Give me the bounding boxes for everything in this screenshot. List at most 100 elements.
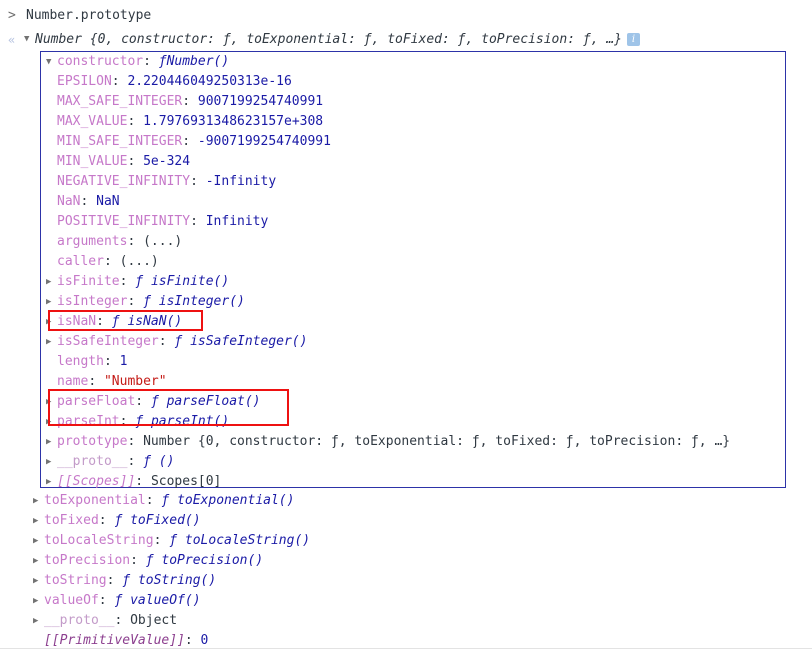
- property-value: isInteger(): [158, 294, 245, 309]
- disclosure-spacer: ▶: [46, 212, 57, 232]
- property-colon: :: [127, 454, 144, 469]
- function-glyph-icon: ƒ: [135, 414, 151, 429]
- property-row[interactable]: ▶MIN_VALUE: 5e-324: [41, 152, 785, 172]
- property-value: NaN: [96, 194, 120, 209]
- property-row[interactable]: ▶ toExponential: ƒ toExponential(): [28, 491, 808, 511]
- function-glyph-icon: ƒ: [145, 553, 162, 568]
- property-row[interactable]: ▶POSITIVE_INFINITY: Infinity: [41, 212, 785, 232]
- disclosure-triangle-closed-icon[interactable]: ▶: [46, 312, 57, 332]
- disclosure-triangle-closed-icon[interactable]: ▶: [46, 292, 57, 312]
- property-key: EPSILON: [57, 74, 112, 89]
- disclosure-spacer: ▶: [46, 172, 57, 192]
- property-row[interactable]: ▶ toFixed: ƒ toFixed(): [28, 511, 808, 531]
- property-row[interactable]: ▶NaN: NaN: [41, 192, 785, 212]
- disclosure-spacer: ▶: [46, 92, 57, 112]
- property-value: isFinite(): [150, 274, 230, 289]
- property-row[interactable]: ▶name: "Number": [41, 372, 785, 392]
- disclosure-spacer: ▶: [46, 232, 57, 252]
- property-row[interactable]: ▶ parseInt: ƒ parseInt(): [41, 412, 785, 432]
- property-row[interactable]: ▶ isInteger: ƒ isInteger(): [41, 292, 785, 312]
- property-key: caller: [57, 254, 104, 269]
- property-value: valueOf(): [130, 593, 201, 608]
- function-glyph-icon: ƒ: [114, 593, 131, 608]
- disclosure-triangle-closed-icon[interactable]: ▶: [46, 392, 57, 412]
- constructor-row[interactable]: ▼ constructor: ƒNumber(): [41, 52, 785, 72]
- property-value: toPrecision(): [161, 553, 264, 568]
- property-row[interactable]: ▶ toPrecision: ƒ toPrecision(): [28, 551, 808, 571]
- disclosure-triangle-closed-icon[interactable]: ▶: [33, 531, 44, 551]
- property-value: toFixed(): [130, 513, 201, 528]
- property-row[interactable]: ▶NEGATIVE_INFINITY: -Infinity: [41, 172, 785, 192]
- property-row[interactable]: ▶ __proto__: ƒ (): [41, 452, 785, 472]
- property-colon: :: [190, 214, 206, 229]
- property-value: (...): [119, 254, 159, 269]
- function-glyph-icon: ƒ: [114, 513, 131, 528]
- property-colon: :: [127, 434, 144, 449]
- property-row[interactable]: ▶ isNaN: ƒ isNaN(): [41, 312, 785, 332]
- property-value: Number {0, constructor: ƒ, toExponential…: [143, 434, 731, 449]
- property-row[interactable]: ▶ toString: ƒ toString(): [28, 571, 808, 591]
- disclosure-triangle-closed-icon[interactable]: ▶: [46, 332, 57, 352]
- property-colon: :: [184, 633, 201, 648]
- disclosure-triangle-closed-icon[interactable]: ▶: [46, 272, 57, 292]
- property-key: isSafeInteger: [57, 334, 159, 349]
- property-colon: :: [80, 194, 97, 209]
- property-row[interactable]: ▶MAX_VALUE: 1.7976931348623157e+308: [41, 112, 785, 132]
- property-key: [[PrimitiveValue]]: [44, 633, 185, 648]
- property-row[interactable]: ▶ isSafeInteger: ƒ isSafeInteger(): [41, 332, 785, 352]
- disclosure-triangle-closed-icon[interactable]: ▶: [46, 452, 57, 472]
- disclosure-triangle-closed-icon[interactable]: ▶: [33, 491, 44, 511]
- property-row[interactable]: ▶EPSILON: 2.220446049250313e-16: [41, 72, 785, 92]
- property-colon: :: [190, 174, 206, 189]
- property-row[interactable]: ▶caller: (...): [41, 252, 785, 272]
- property-value: isSafeInteger(): [190, 334, 308, 349]
- property-value: -9007199254740991: [197, 134, 331, 149]
- property-row[interactable]: ▶ __proto__: Object: [28, 611, 808, 631]
- property-value: 1.7976931348623157e+308: [143, 114, 324, 129]
- disclosure-triangle-open-icon[interactable]: ▼: [24, 29, 35, 49]
- property-key: toExponential: [44, 493, 146, 508]
- disclosure-triangle-open-icon[interactable]: ▼: [46, 52, 57, 72]
- disclosure-triangle-closed-icon[interactable]: ▶: [46, 472, 57, 492]
- disclosure-triangle-closed-icon[interactable]: ▶: [33, 571, 44, 591]
- property-key: MIN_SAFE_INTEGER: [57, 134, 183, 149]
- function-glyph-icon: ƒ: [143, 454, 159, 469]
- disclosure-triangle-closed-icon[interactable]: ▶: [33, 511, 44, 531]
- property-key: isInteger: [57, 294, 128, 309]
- property-value: "Number": [103, 374, 167, 389]
- property-colon: :: [135, 394, 151, 409]
- property-row[interactable]: ▶MIN_SAFE_INTEGER: -9007199254740991: [41, 132, 785, 152]
- property-value: 2.220446049250313e-16: [127, 74, 292, 89]
- property-row[interactable]: ▶ toLocaleString: ƒ toLocaleString(): [28, 531, 808, 551]
- property-key: isNaN: [57, 314, 97, 329]
- disclosure-triangle-closed-icon[interactable]: ▶: [46, 432, 57, 452]
- disclosure-spacer: ▶: [46, 152, 57, 172]
- result-object-header[interactable]: ▼ Number {0, constructor: ƒ, toExponentia…: [24, 29, 640, 51]
- property-row[interactable]: ▶ parseFloat: ƒ parseFloat(): [41, 392, 785, 412]
- property-colon: :: [98, 513, 115, 528]
- property-colon: :: [114, 613, 131, 628]
- info-icon[interactable]: i: [627, 33, 640, 46]
- property-colon: :: [143, 54, 159, 69]
- property-value: -Infinity: [205, 174, 277, 189]
- disclosure-triangle-closed-icon[interactable]: ▶: [33, 611, 44, 631]
- disclosure-triangle-closed-icon[interactable]: ▶: [33, 551, 44, 571]
- property-row[interactable]: ▶MAX_SAFE_INTEGER: 9007199254740991: [41, 92, 785, 112]
- disclosure-triangle-closed-icon[interactable]: ▶: [33, 591, 44, 611]
- property-row[interactable]: ▶length: 1: [41, 352, 785, 372]
- property-row[interactable]: ▶arguments: (...): [41, 232, 785, 252]
- property-row[interactable]: ▶ [[Scopes]]: Scopes[0]: [41, 472, 785, 492]
- property-row[interactable]: ▶ prototype: Number {0, constructor: ƒ, t…: [41, 432, 785, 452]
- property-row[interactable]: ▶ valueOf: ƒ valueOf(): [28, 591, 808, 611]
- function-glyph-icon: ƒ: [169, 533, 185, 548]
- prototype-property-list: ▶ toExponential: ƒ toExponential() ▶ toFixe…: [28, 491, 808, 651]
- property-key: name: [57, 374, 89, 389]
- property-colon: :: [119, 274, 136, 289]
- property-row[interactable]: ▶ isFinite: ƒ isFinite(): [41, 272, 785, 292]
- function-glyph-icon: ƒ: [122, 573, 138, 588]
- disclosure-triangle-closed-icon[interactable]: ▶: [46, 412, 57, 432]
- property-colon: :: [127, 294, 144, 309]
- console-input-expression[interactable]: Number.prototype: [26, 4, 151, 28]
- console-result-line: « ▼ Number {0, constructor: ƒ, toExponent…: [0, 29, 812, 51]
- disclosure-spacer: ▶: [46, 112, 57, 132]
